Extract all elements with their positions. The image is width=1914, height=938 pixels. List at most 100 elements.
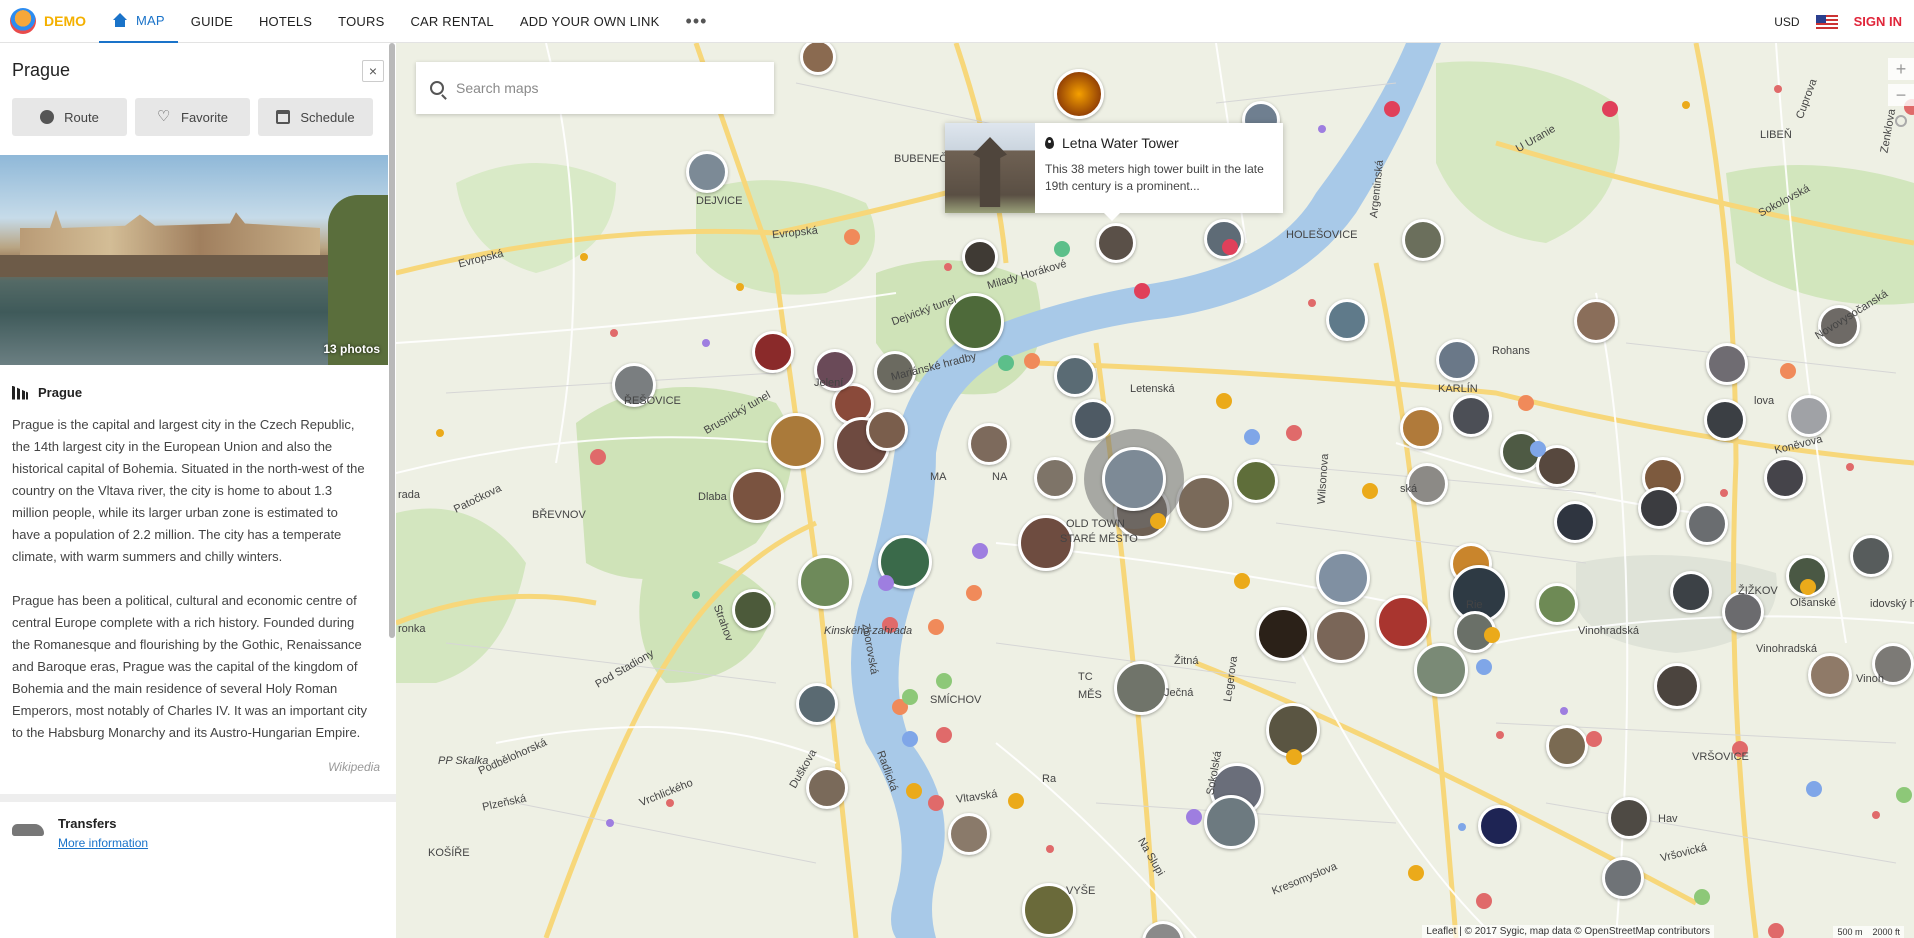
- category-badge[interactable]: [902, 689, 918, 705]
- map-dot[interactable]: [1458, 823, 1466, 831]
- photo-poi[interactable]: [1054, 355, 1096, 397]
- photo-poi[interactable]: [1234, 459, 1278, 503]
- photo-poi[interactable]: [1554, 501, 1596, 543]
- nav-item-guide[interactable]: GUIDE: [178, 0, 246, 43]
- map-dot[interactable]: [436, 429, 444, 437]
- photo-poi[interactable]: [1478, 805, 1520, 847]
- photo-poi[interactable]: [1204, 795, 1258, 849]
- map-dot[interactable]: [702, 339, 710, 347]
- photo-poi[interactable]: [1602, 857, 1644, 899]
- photo-poi[interactable]: [1638, 487, 1680, 529]
- map-dot[interactable]: [606, 819, 614, 827]
- route-button[interactable]: Route: [12, 98, 127, 136]
- nav-item-hotels[interactable]: HOTELS: [246, 0, 325, 43]
- map-dot[interactable]: [666, 799, 674, 807]
- category-badge[interactable]: [1586, 731, 1602, 747]
- category-badge[interactable]: [1234, 573, 1250, 589]
- search-bar[interactable]: [416, 62, 774, 114]
- map-dot[interactable]: [1318, 125, 1326, 133]
- category-badge[interactable]: [1768, 923, 1784, 938]
- map-dot[interactable]: [1774, 85, 1782, 93]
- photo-poi[interactable]: [1316, 551, 1370, 605]
- photo-poi[interactable]: [1450, 395, 1492, 437]
- photo-poi[interactable]: [1400, 407, 1442, 449]
- map-dot[interactable]: [944, 263, 952, 271]
- category-badge[interactable]: [1484, 627, 1500, 643]
- category-badge[interactable]: [928, 795, 944, 811]
- map-dot[interactable]: [692, 591, 700, 599]
- photo-poi[interactable]: [1686, 503, 1728, 545]
- us-flag-icon[interactable]: [1815, 14, 1838, 29]
- photo-poi[interactable]: [1546, 725, 1588, 767]
- more-menu-button[interactable]: •••: [673, 0, 721, 43]
- category-badge[interactable]: [928, 619, 944, 635]
- category-badge[interactable]: [1216, 393, 1232, 409]
- category-badge[interactable]: [1694, 889, 1710, 905]
- category-badge[interactable]: [1244, 429, 1260, 445]
- category-badge[interactable]: [1800, 579, 1816, 595]
- nav-item-tours[interactable]: TOURS: [325, 0, 397, 43]
- popup-title-row[interactable]: Letna Water Tower: [1045, 135, 1273, 151]
- photo-poi[interactable]: [686, 151, 728, 193]
- category-badge[interactable]: [1222, 239, 1238, 255]
- photo-poi[interactable]: [1326, 299, 1368, 341]
- photo-poi[interactable]: [1608, 797, 1650, 839]
- category-badge[interactable]: [1476, 893, 1492, 909]
- photo-poi[interactable]: [1536, 583, 1578, 625]
- place-popup[interactable]: Letna Water Tower This 38 meters high to…: [945, 123, 1283, 213]
- photo-poi[interactable]: [1850, 535, 1892, 577]
- category-badge[interactable]: [1806, 781, 1822, 797]
- photo-poi[interactable]: [752, 331, 794, 373]
- photo-poi[interactable]: [1654, 663, 1700, 709]
- photo-poi[interactable]: [1670, 571, 1712, 613]
- photo-poi[interactable]: [962, 239, 998, 275]
- photo-poi[interactable]: [798, 555, 852, 609]
- category-badge[interactable]: [936, 727, 952, 743]
- logo[interactable]: DEMO: [0, 0, 99, 43]
- category-badge[interactable]: [1134, 283, 1150, 299]
- map-dot[interactable]: [1560, 707, 1568, 715]
- map-dot[interactable]: [1496, 731, 1504, 739]
- photo-poi[interactable]: [1054, 69, 1104, 119]
- map-dot[interactable]: [736, 283, 744, 291]
- category-badge[interactable]: [1384, 101, 1400, 117]
- photo-poi[interactable]: [1574, 299, 1618, 343]
- photo-poi[interactable]: [1402, 219, 1444, 261]
- category-badge[interactable]: [1286, 749, 1302, 765]
- more-information-link[interactable]: More information: [58, 836, 148, 850]
- photo-poi[interactable]: [806, 767, 848, 809]
- category-badge[interactable]: [906, 783, 922, 799]
- category-badge[interactable]: [1518, 395, 1534, 411]
- photo-poi[interactable]: [1706, 343, 1748, 385]
- category-badge[interactable]: [1286, 425, 1302, 441]
- category-badge[interactable]: [902, 731, 918, 747]
- search-input[interactable]: [456, 80, 756, 96]
- photo-poi[interactable]: [796, 683, 838, 725]
- map-dot[interactable]: [1046, 845, 1054, 853]
- map-dot[interactable]: [1872, 811, 1880, 819]
- category-badge[interactable]: [972, 543, 988, 559]
- map-dot[interactable]: [1682, 101, 1690, 109]
- source-credit[interactable]: Wikipedia: [0, 760, 396, 774]
- photo-poi[interactable]: [768, 413, 824, 469]
- map-dot[interactable]: [1308, 299, 1316, 307]
- letna-tower-poi[interactable]: [1096, 223, 1136, 263]
- map-dot[interactable]: [610, 329, 618, 337]
- photo-poi[interactable]: [1176, 475, 1232, 531]
- photo-poi[interactable]: [1764, 457, 1806, 499]
- photo-poi[interactable]: [866, 409, 908, 451]
- photo-poi[interactable]: [1034, 457, 1076, 499]
- category-badge[interactable]: [1408, 865, 1424, 881]
- photo-poi[interactable]: [1436, 339, 1478, 381]
- schedule-button[interactable]: Schedule: [258, 98, 373, 136]
- map-attribution[interactable]: Leaflet | © 2017 Sygic, map data © OpenS…: [1422, 925, 1714, 938]
- close-button[interactable]: ×: [362, 59, 384, 82]
- photo-poi[interactable]: [968, 423, 1010, 465]
- nav-item-add-link[interactable]: ADD YOUR OWN LINK: [507, 0, 673, 43]
- category-badge[interactable]: [1476, 659, 1492, 675]
- photo-poi[interactable]: [1414, 643, 1468, 697]
- photo-poi[interactable]: [1722, 591, 1764, 633]
- currency-selector[interactable]: USD: [1774, 15, 1799, 29]
- photo-poi[interactable]: [1314, 609, 1368, 663]
- sign-in-link[interactable]: SIGN IN: [1854, 14, 1902, 29]
